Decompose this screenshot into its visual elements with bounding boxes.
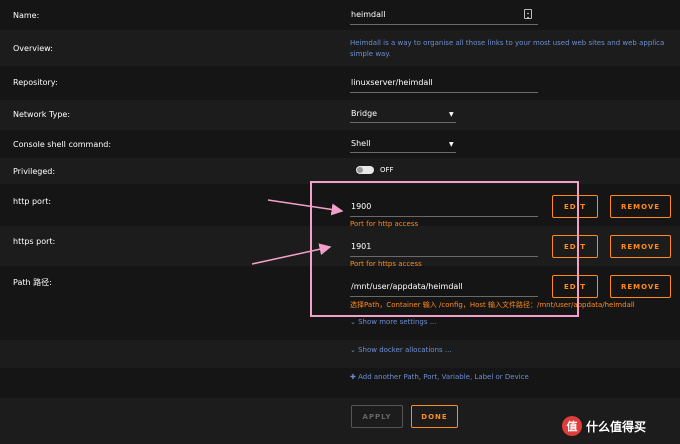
name-input[interactable]: heimdall — [351, 10, 385, 19]
path-remove-button[interactable]: REMOVE — [610, 275, 671, 298]
privileged-state: OFF — [380, 166, 394, 174]
copy-icon[interactable] — [524, 9, 532, 19]
network-type-underline — [350, 122, 456, 123]
apply-button[interactable]: APPLY — [351, 405, 403, 428]
network-type-select[interactable]: Bridge — [351, 109, 377, 118]
row-band — [0, 100, 680, 130]
annotation-highlight-box — [310, 181, 579, 317]
caret-down-icon[interactable]: ▼ — [449, 111, 454, 118]
privileged-label: Privileged: — [13, 167, 56, 176]
show-docker-allocations-text: Show docker allocations ... — [358, 346, 452, 354]
add-another-text: Add another Path, Port, Variable, Label … — [358, 373, 529, 381]
toggle-knob — [357, 167, 363, 173]
done-button[interactable]: DONE — [411, 405, 458, 428]
row-band — [0, 66, 680, 100]
repository-input[interactable]: linuxserver/heimdall — [351, 78, 433, 87]
watermark-text: 什么值得买 — [586, 419, 647, 434]
overview-text-line1: Heimdall is a way to organise all those … — [350, 39, 665, 47]
caret-down-icon[interactable]: ▼ — [449, 141, 454, 148]
show-more-settings-link[interactable]: ⌄ Show more settings ... — [350, 318, 436, 326]
add-another-link[interactable]: ✚ Add another Path, Port, Variable, Labe… — [350, 373, 529, 381]
overview-text-line2: simple way. — [350, 50, 391, 58]
row-band — [0, 340, 680, 368]
repository-label: Repository: — [13, 78, 58, 87]
console-shell-label: Console shell command: — [13, 140, 112, 149]
console-shell-select[interactable]: Shell — [351, 139, 371, 148]
privileged-toggle[interactable] — [356, 166, 374, 174]
http-port-label: http port: — [13, 197, 52, 206]
https-port-remove-button[interactable]: REMOVE — [610, 235, 671, 258]
watermark-badge: 值 — [562, 416, 582, 436]
path-label: Path 路径: — [13, 278, 52, 287]
row-band — [0, 0, 680, 30]
plus-icon: ✚ — [350, 373, 359, 381]
chevron-down-icon: ⌄ — [350, 346, 359, 354]
https-port-label: https port: — [13, 237, 56, 246]
name-label: Name: — [13, 11, 40, 20]
repository-input-underline — [350, 92, 538, 93]
name-input-underline — [350, 24, 538, 25]
row-band — [0, 368, 680, 398]
overview-label: Overview: — [13, 44, 53, 53]
show-more-settings-text: Show more settings ... — [358, 318, 437, 326]
http-port-remove-button[interactable]: REMOVE — [610, 195, 671, 218]
watermark: 值 什么值得买 — [562, 414, 646, 438]
show-docker-allocations-link[interactable]: ⌄ Show docker allocations ... — [350, 346, 452, 354]
network-type-label: Network Type: — [13, 110, 71, 119]
chevron-down-icon: ⌄ — [350, 318, 359, 326]
console-shell-underline — [350, 152, 456, 153]
